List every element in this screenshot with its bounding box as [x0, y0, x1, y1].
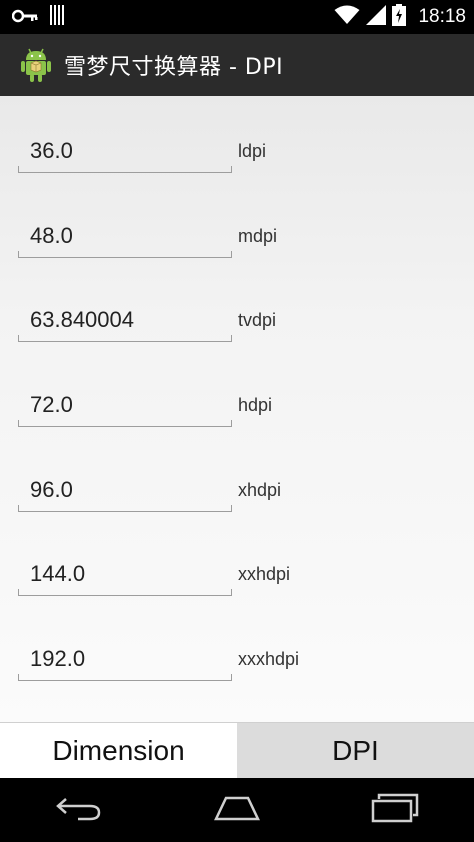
home-icon — [212, 795, 262, 825]
dpi-value-field[interactable]: 36.0 — [18, 126, 232, 173]
recents-button[interactable] — [365, 790, 425, 830]
dpi-label: mdpi — [238, 226, 278, 246]
battery-icon — [392, 4, 407, 30]
dpi-row: 192.0 xxxhdpi — [18, 634, 458, 694]
dpi-value: 36.0 — [30, 138, 73, 163]
dpi-value-field[interactable]: 144.0 — [18, 549, 232, 596]
dpi-label: tvdpi — [238, 310, 277, 330]
signal-icon — [366, 5, 387, 29]
back-button[interactable] — [49, 790, 109, 830]
tab-dimension[interactable]: Dimension — [0, 722, 237, 778]
dpi-row: 36.0 ldpi — [18, 126, 458, 186]
dpi-row: 144.0 xxhdpi — [18, 549, 458, 609]
dpi-value: 96.0 — [30, 477, 73, 502]
android-icon — [20, 47, 52, 83]
dpi-value: 72.0 — [30, 392, 73, 417]
dpi-label: xxxhdpi — [238, 649, 300, 669]
dpi-list: 36.0 ldpi 48.0 mdpi 63.840004 tvdpi 72.0… — [0, 96, 474, 722]
action-bar: 雪梦尺寸换算器 - DPI — [0, 34, 474, 96]
dpi-value: 63.840004 — [30, 307, 134, 332]
dpi-value-field[interactable]: 63.840004 — [18, 295, 232, 342]
tab-dpi[interactable]: DPI — [237, 722, 474, 778]
dpi-label: xxhdpi — [238, 564, 291, 584]
key-icon — [11, 8, 38, 27]
dpi-row: 48.0 mdpi — [18, 211, 458, 271]
dpi-value-field[interactable]: 72.0 — [18, 380, 232, 427]
dpi-label: ldpi — [238, 141, 267, 161]
recents-icon — [371, 793, 419, 827]
tab-bar: Dimension DPI — [0, 722, 474, 778]
dpi-value: 48.0 — [30, 223, 73, 248]
dpi-value-field[interactable]: 48.0 — [18, 211, 232, 258]
app-title: 雪梦尺寸换算器 - DPI — [64, 55, 284, 80]
home-button[interactable] — [207, 790, 267, 830]
dpi-label: xhdpi — [238, 480, 282, 500]
clock: 18:18 — [418, 6, 466, 27]
dpi-row: 96.0 xhdpi — [18, 465, 458, 525]
status-bar: 18:18 — [0, 0, 474, 34]
back-icon — [56, 795, 102, 825]
wifi-icon — [334, 5, 360, 29]
dpi-value-field[interactable]: 96.0 — [18, 465, 232, 512]
dpi-value: 192.0 — [30, 646, 86, 671]
dpi-value-field[interactable]: 192.0 — [18, 634, 232, 681]
dpi-label: hdpi — [238, 395, 273, 415]
navigation-bar — [0, 778, 474, 842]
dpi-row: 72.0 hdpi — [18, 380, 458, 440]
dpi-value: 144.0 — [30, 561, 86, 586]
barcode-icon — [50, 5, 66, 29]
dpi-row: 63.840004 tvdpi — [18, 295, 458, 355]
